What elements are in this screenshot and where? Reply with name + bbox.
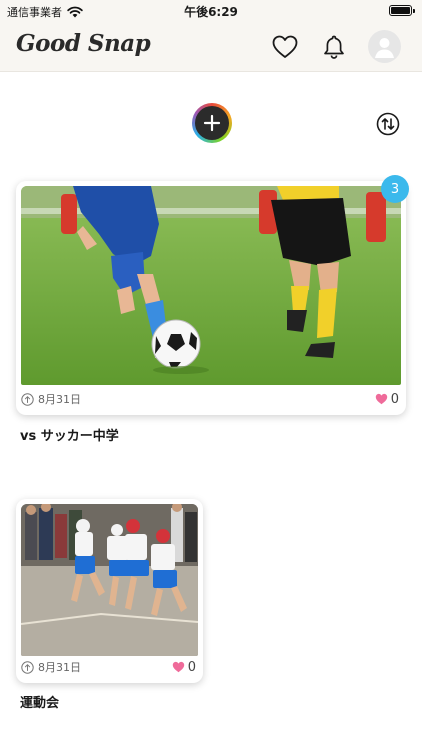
upload-date-icon xyxy=(21,660,34,674)
album-title[interactable]: vs サッカー中学 xyxy=(20,425,119,444)
album-card[interactable]: 8月31日 0 xyxy=(16,181,406,415)
like-heart-icon[interactable] xyxy=(375,393,388,405)
status-time: 午後6:29 xyxy=(184,5,238,19)
plus-icon xyxy=(195,106,229,140)
user-avatar-icon[interactable] xyxy=(368,30,401,63)
add-album-button[interactable] xyxy=(192,103,232,143)
album-date: 8月31日 xyxy=(38,393,81,406)
app-logo: Good Snap xyxy=(16,30,151,57)
album-date: 8月31日 xyxy=(38,661,81,674)
app-header: Good Snap xyxy=(0,22,422,72)
album-meta: 8月31日 0 xyxy=(21,388,399,410)
sports-day-race-photo xyxy=(21,504,198,656)
favorites-heart-icon[interactable] xyxy=(270,32,300,62)
sort-arrows-icon[interactable] xyxy=(376,112,400,136)
upload-date-icon xyxy=(21,392,34,406)
like-count: 0 xyxy=(390,391,399,407)
album-title[interactable]: 運動会 xyxy=(20,692,59,711)
soccer-players-photo xyxy=(21,186,401,385)
like-count: 0 xyxy=(187,659,196,675)
notification-bell-icon[interactable] xyxy=(319,32,349,62)
battery-full-icon xyxy=(389,5,415,16)
new-photo-count-badge: 3 xyxy=(381,175,409,203)
status-bar: 通信事業者 午後6:29 xyxy=(0,0,422,22)
album-card[interactable]: 8月31日 0 xyxy=(16,499,203,683)
album-meta: 8月31日 0 xyxy=(21,656,196,678)
like-heart-icon[interactable] xyxy=(172,661,185,673)
